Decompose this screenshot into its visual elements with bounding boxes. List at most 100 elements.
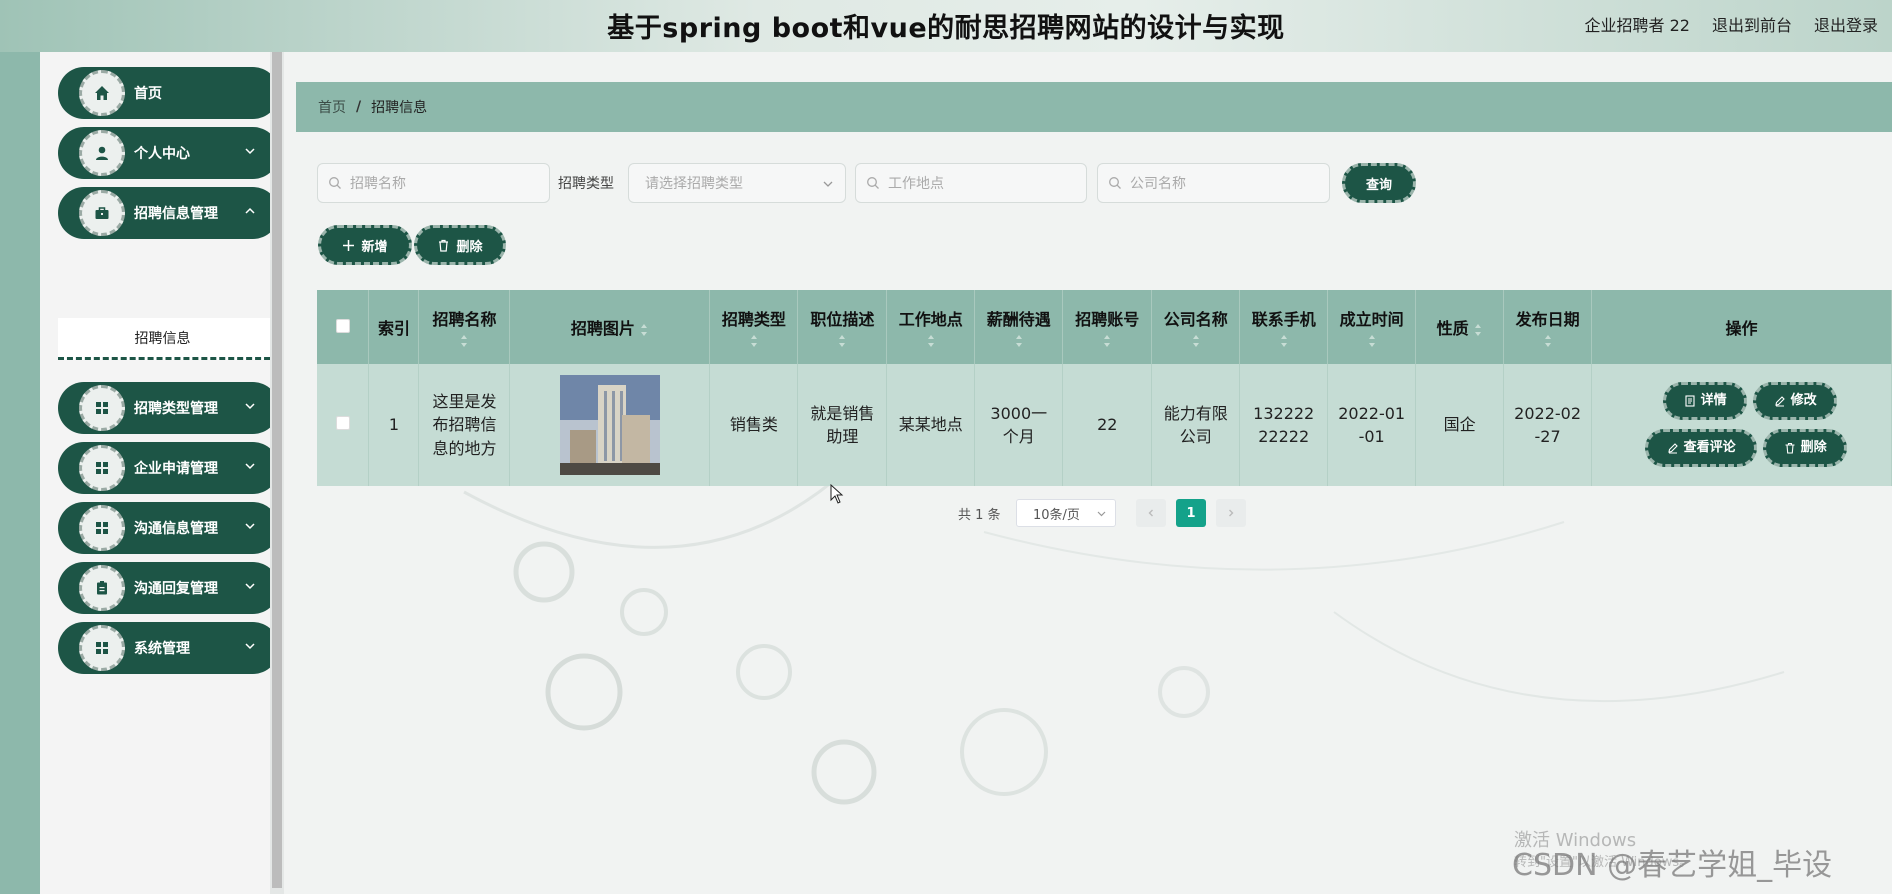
next-page-button[interactable] bbox=[1216, 499, 1246, 527]
search-icon bbox=[1109, 177, 1121, 189]
sort-icon[interactable] bbox=[926, 334, 936, 348]
top-links: 企业招聘者 22 退出到前台 退出登录 bbox=[1585, 12, 1878, 36]
breadcrumb-separator: / bbox=[356, 99, 362, 115]
edit-button-label: 修改 bbox=[1790, 392, 1817, 408]
sidebar-item-communication-info[interactable]: 沟通信息管理 bbox=[58, 502, 279, 554]
sort-icon[interactable] bbox=[1102, 334, 1112, 348]
chevron-down-icon bbox=[245, 523, 255, 530]
sidebar-item-label: 首页 bbox=[134, 86, 162, 102]
column-header[interactable]: 发布日期 bbox=[1503, 290, 1593, 364]
column-header[interactable]: 公司名称 bbox=[1151, 290, 1241, 364]
sort-icon[interactable] bbox=[1279, 334, 1289, 348]
sort-icon[interactable] bbox=[1191, 334, 1201, 348]
search-icon bbox=[867, 177, 879, 189]
company-name-search-input[interactable]: 公司名称 bbox=[1097, 163, 1330, 203]
bulk-delete-button-label: 删除 bbox=[456, 239, 483, 255]
breadcrumb-home-link[interactable]: 首页 bbox=[318, 97, 346, 117]
chevron-down-icon bbox=[245, 403, 255, 410]
query-button-label: 查询 bbox=[1365, 177, 1392, 193]
page-size-select[interactable]: 10条/页 bbox=[1016, 499, 1116, 527]
sidebar-item-communication-reply[interactable]: 沟通回复管理 bbox=[58, 562, 279, 614]
document-icon bbox=[1685, 395, 1695, 407]
sidebar-item-recruit-info-management[interactable]: 招聘信息管理 bbox=[58, 187, 279, 239]
sidebar-item-company-application[interactable]: 企业申请管理 bbox=[58, 442, 279, 494]
column-header[interactable]: 联系手机 bbox=[1239, 290, 1329, 364]
column-header[interactable]: 招聘名称 bbox=[418, 290, 511, 364]
cell-index: 1 bbox=[368, 364, 420, 486]
edit-button[interactable]: 修改 bbox=[1753, 382, 1838, 420]
recruit-name-search-input[interactable]: 招聘名称 bbox=[317, 163, 550, 203]
row-delete-button[interactable]: 删除 bbox=[1763, 429, 1848, 467]
recruit-image[interactable] bbox=[559, 375, 660, 475]
view-comments-button[interactable]: 查看评论 bbox=[1645, 429, 1758, 467]
sort-icon[interactable] bbox=[1543, 334, 1553, 348]
cell-location: 某某地点 bbox=[886, 364, 976, 486]
sidebar: 首页 个人中心 招聘信息管理 招聘信息 招聘类型管理 企业申请管理 沟通信息管理… bbox=[40, 52, 279, 894]
column-header[interactable]: 成立时间 bbox=[1327, 290, 1417, 364]
column-header[interactable]: 招聘账号 bbox=[1062, 290, 1153, 364]
cell-phone: 13222222222 bbox=[1239, 364, 1329, 486]
sidebar-item-recruit-type-management[interactable]: 招聘类型管理 bbox=[58, 382, 279, 434]
trash-icon bbox=[439, 239, 449, 252]
cell-account: 22 bbox=[1062, 364, 1153, 486]
sort-icon[interactable] bbox=[459, 334, 469, 348]
sort-icon[interactable] bbox=[837, 334, 847, 348]
work-location-placeholder: 工作地点 bbox=[888, 176, 944, 192]
recruit-type-select[interactable]: 请选择招聘类型 bbox=[628, 163, 846, 203]
sidebar-item-system-management[interactable]: 系统管理 bbox=[58, 622, 279, 674]
sort-icon[interactable] bbox=[749, 334, 759, 348]
column-header[interactable]: 薪酬待遇 bbox=[974, 290, 1064, 364]
edit-icon bbox=[1667, 443, 1678, 454]
query-button[interactable]: 查询 bbox=[1342, 163, 1416, 203]
sort-icon[interactable] bbox=[1367, 334, 1377, 348]
column-header[interactable]: 招聘图片 bbox=[509, 290, 711, 364]
select-all-checkbox[interactable] bbox=[335, 318, 350, 333]
csdn-watermark: CSDN @春艺学姐_毕设 bbox=[1512, 848, 1833, 883]
scrollbar-thumb[interactable] bbox=[272, 52, 282, 888]
row-checkbox[interactable] bbox=[335, 416, 350, 431]
column-header[interactable]: 性质 bbox=[1415, 290, 1505, 364]
prev-page-button[interactable] bbox=[1136, 499, 1166, 527]
top-header: 基于spring boot和vue的耐思招聘网站的设计与实现 企业招聘者 22 … bbox=[0, 0, 1892, 52]
briefcase-icon bbox=[79, 190, 125, 236]
submenu-item-recruit-info[interactable]: 招聘信息 bbox=[58, 318, 279, 360]
grid-icon bbox=[79, 625, 125, 671]
grid-icon bbox=[79, 445, 125, 491]
edit-icon bbox=[1774, 396, 1785, 407]
breadcrumb: 首页 / 招聘信息 bbox=[296, 82, 1892, 132]
page-number-button[interactable]: 1 bbox=[1176, 499, 1206, 527]
sort-icon[interactable] bbox=[1014, 334, 1024, 348]
column-header[interactable]: 招聘类型 bbox=[709, 290, 799, 364]
sidebar-scrollbar[interactable] bbox=[270, 52, 284, 894]
detail-button-label: 详情 bbox=[1700, 392, 1727, 408]
cell-company: 能力有限公司 bbox=[1151, 364, 1241, 486]
page-size-label: 10条/页 bbox=[1033, 507, 1080, 523]
sort-icon[interactable] bbox=[639, 323, 649, 337]
chevron-down-icon bbox=[823, 181, 833, 187]
bulk-delete-button[interactable]: 删除 bbox=[414, 225, 506, 265]
detail-button[interactable]: 详情 bbox=[1663, 382, 1748, 420]
sidebar-item-personal-center[interactable]: 个人中心 bbox=[58, 127, 279, 179]
sidebar-item-home[interactable]: 首页 bbox=[58, 67, 279, 119]
plus-icon bbox=[343, 239, 355, 251]
chevron-left-icon bbox=[1148, 509, 1153, 517]
logout-link[interactable]: 退出登录 bbox=[1814, 12, 1878, 36]
sort-icon[interactable] bbox=[1473, 323, 1483, 337]
left-decor-strip bbox=[0, 52, 40, 894]
add-button[interactable]: 新增 bbox=[318, 225, 412, 265]
home-icon bbox=[79, 70, 125, 116]
chevron-down-icon bbox=[245, 643, 255, 650]
mouse-cursor-icon bbox=[830, 484, 844, 504]
pagination-total: 共 1 条 bbox=[958, 508, 1001, 523]
exit-to-front-link[interactable]: 退出到前台 bbox=[1712, 12, 1792, 36]
column-header[interactable]: 工作地点 bbox=[886, 290, 976, 364]
sidebar-item-label: 个人中心 bbox=[134, 146, 190, 162]
column-header[interactable]: 职位描述 bbox=[797, 290, 888, 364]
work-location-search-input[interactable]: 工作地点 bbox=[855, 163, 1087, 203]
recruit-type-placeholder: 请选择招聘类型 bbox=[645, 176, 743, 192]
cell-recruit-name: 这里是发布招聘信息的地方 bbox=[418, 364, 511, 486]
sidebar-item-label: 系统管理 bbox=[134, 641, 190, 657]
trash-icon bbox=[1785, 442, 1795, 454]
column-header: 索引 bbox=[368, 290, 420, 364]
sidebar-item-label: 招聘类型管理 bbox=[134, 401, 218, 417]
